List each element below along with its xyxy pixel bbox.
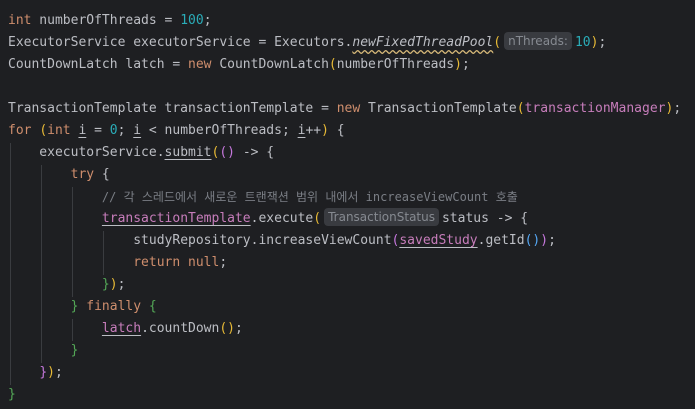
code-text: CountDownLatch bbox=[211, 57, 329, 72]
lambda-params: () bbox=[219, 145, 235, 160]
argument: numberOfThreads bbox=[336, 57, 455, 72]
keyword-int: int bbox=[8, 13, 32, 28]
paren-close: ) bbox=[540, 233, 549, 248]
code-text: TransactionTemplate transactionTemplate … bbox=[8, 101, 337, 116]
keyword-null: null bbox=[188, 255, 220, 270]
paren-close: ) bbox=[109, 277, 118, 292]
paren-open: ( bbox=[328, 57, 337, 72]
brace-close: } bbox=[39, 365, 48, 380]
code-text: < numberOfThreads; bbox=[141, 123, 298, 138]
type-hint: TransactionStatus bbox=[324, 208, 439, 226]
code-line-12[interactable]: return null; bbox=[8, 252, 227, 274]
keyword-finally: finally bbox=[86, 299, 142, 314]
paren-close: ) bbox=[454, 57, 462, 72]
number-literal: 0 bbox=[109, 123, 118, 138]
code-text: executorService. bbox=[8, 145, 165, 160]
brace-open: { bbox=[328, 123, 345, 138]
semicolon: ; bbox=[598, 35, 607, 50]
code-text: = bbox=[86, 123, 110, 138]
brace-close: } bbox=[101, 277, 110, 292]
code-comment: // 각 스레드에서 새로운 트랜잭션 범위 내에서 increaseViewC… bbox=[101, 190, 518, 204]
brace-close: } bbox=[70, 343, 79, 358]
paren-close: ) bbox=[321, 123, 329, 138]
code-line-1[interactable]: int numberOfThreads = 100; bbox=[8, 10, 212, 32]
method-call: submit bbox=[164, 145, 212, 160]
code-text: ExecutorService executorService = Execut… bbox=[8, 35, 353, 50]
method-call: studyRepository.increaseViewCount bbox=[133, 233, 392, 248]
keyword-return: return bbox=[133, 255, 181, 270]
code-text: ; bbox=[117, 123, 134, 138]
captured-variable: latch bbox=[101, 321, 142, 336]
code-line-6[interactable]: for (int i = 0; i < numberOfThreads; i++… bbox=[8, 120, 345, 142]
code-text: numberOfThreads = bbox=[31, 13, 181, 28]
code-line-17[interactable]: }); bbox=[8, 362, 63, 384]
code-line-16[interactable]: } bbox=[8, 340, 79, 362]
brace-close: } bbox=[8, 387, 16, 402]
code-line-2[interactable]: ExecutorService executorService = Execut… bbox=[8, 32, 606, 54]
paren-open: ( bbox=[516, 101, 525, 116]
brace-open: { bbox=[141, 299, 157, 314]
number-literal: 100 bbox=[180, 13, 204, 28]
brace-close: } bbox=[70, 299, 87, 314]
code-line-8[interactable]: try { bbox=[8, 164, 110, 186]
keyword-int: int bbox=[47, 123, 71, 138]
semicolon: ; bbox=[461, 57, 470, 72]
loop-variable: i bbox=[133, 123, 142, 138]
number-literal: 10 bbox=[574, 35, 591, 50]
static-method-call: newFixedThreadPool bbox=[352, 35, 494, 50]
semicolon: ; bbox=[673, 101, 682, 116]
code-line-18[interactable]: } bbox=[8, 384, 16, 406]
lambda-arrow: -> { bbox=[235, 145, 275, 160]
semicolon: ; bbox=[219, 255, 228, 270]
code-line-11[interactable]: studyRepository.increaseViewCount(savedS… bbox=[8, 230, 556, 252]
code-line-9[interactable]: // 각 스레드에서 새로운 트랜잭션 범위 내에서 increaseViewC… bbox=[8, 186, 518, 208]
field-reference: transactionTemplate bbox=[101, 211, 251, 226]
paren-open: ( bbox=[313, 211, 322, 226]
code-line-5[interactable]: TransactionTemplate transactionTemplate … bbox=[8, 98, 681, 120]
paren-open: ( bbox=[39, 123, 48, 138]
paren-pair: () bbox=[524, 233, 541, 248]
keyword-new: new bbox=[336, 101, 361, 116]
lambda-param: status -> { bbox=[441, 211, 529, 226]
field-reference: transactionManager bbox=[524, 101, 666, 116]
semicolon: ; bbox=[203, 13, 212, 28]
code-line-14[interactable]: } finally { bbox=[8, 296, 157, 318]
code-line-13[interactable]: }); bbox=[8, 274, 125, 296]
code-text: TransactionTemplate bbox=[360, 101, 517, 116]
code-line-15[interactable]: latch.countDown(); bbox=[8, 318, 243, 340]
method-call: .getId bbox=[477, 233, 525, 248]
keyword-for: for bbox=[8, 123, 32, 138]
code-line-3[interactable]: CountDownLatch latch = new CountDownLatc… bbox=[8, 54, 470, 76]
semicolon: ; bbox=[548, 233, 556, 248]
paren-close: ) bbox=[47, 365, 55, 380]
semicolon: ; bbox=[54, 365, 63, 380]
code-line-10[interactable]: transactionTemplate.execute(TransactionS… bbox=[8, 208, 528, 230]
semicolon: ; bbox=[235, 321, 243, 336]
method-call: .execute bbox=[250, 211, 314, 226]
semicolon: ; bbox=[117, 277, 126, 292]
code-editor[interactable]: int numberOfThreads = 100; ExecutorServi… bbox=[0, 0, 695, 409]
keyword-try: try bbox=[70, 167, 95, 182]
code-line-7[interactable]: executorService.submit(() -> { bbox=[8, 142, 274, 164]
code-text: ++ bbox=[305, 123, 322, 138]
brace-open: { bbox=[94, 167, 110, 182]
method-call: .countDown bbox=[141, 321, 220, 336]
paren-pair: () bbox=[219, 321, 235, 336]
captured-variable: savedStudy bbox=[399, 233, 478, 248]
keyword-new: new bbox=[188, 57, 212, 72]
parameter-hint: nThreads: bbox=[504, 32, 572, 50]
paren-open: ( bbox=[493, 35, 502, 50]
code-text: CountDownLatch latch = bbox=[8, 57, 189, 72]
